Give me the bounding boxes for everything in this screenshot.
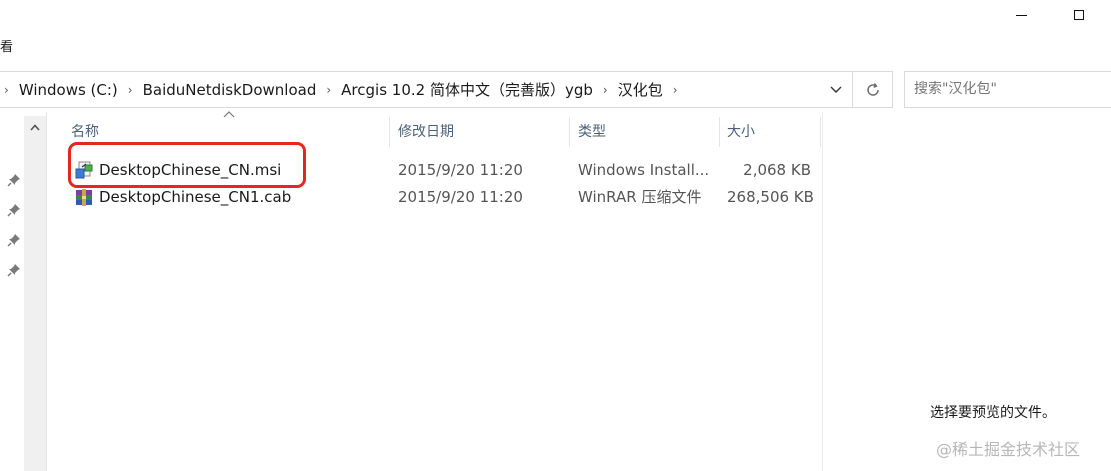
chevron-right-icon[interactable]: › [124,83,137,97]
column-divider[interactable] [820,117,821,147]
file-size: 268,506 KB [727,188,814,206]
nav-scrollbar[interactable] [24,116,46,471]
title-bar [0,0,1111,32]
preview-pane-message: 选择要预览的文件。 [930,405,1056,421]
chevron-right-icon[interactable]: › [322,83,335,97]
chevron-up-icon [30,123,40,131]
highlight-annotation [68,142,306,188]
search-input[interactable] [914,72,1094,107]
breadcrumb-item[interactable]: 汉化包 [612,79,669,100]
pin-icon[interactable] [6,172,22,188]
pin-icon[interactable] [6,202,22,218]
ribbon-tab-view[interactable]: 看 [0,36,13,60]
column-divider[interactable] [719,117,720,147]
search-box[interactable] [904,71,1111,108]
chevron-right-icon[interactable]: › [599,83,612,97]
chevron-right-icon[interactable]: › [669,83,682,97]
file-type: Windows Install... [578,161,710,179]
scroll-up-button[interactable] [24,116,46,138]
chevron-down-icon [830,86,842,93]
refresh-icon [867,82,879,96]
pin-icon[interactable] [6,232,22,248]
column-header-date[interactable]: 修改日期 [398,117,454,147]
column-divider[interactable] [569,117,570,147]
breadcrumb-item[interactable]: BaiduNetdiskDownload [137,81,323,99]
breadcrumb-item[interactable]: Windows (C:) [13,81,124,99]
file-type: WinRAR 压缩文件 [578,188,702,206]
column-header-type[interactable]: 类型 [578,117,606,147]
breadcrumb: › Windows (C:) › BaiduNetdiskDownload › … [0,72,682,107]
file-modified-date: 2015/9/20 11:20 [398,188,523,206]
address-bar[interactable]: › Windows (C:) › BaiduNetdiskDownload › … [0,71,893,108]
column-header-size[interactable]: 大小 [727,117,755,147]
winrar-archive-icon [76,189,92,206]
minimize-button[interactable] [998,0,1044,30]
chevron-right-icon[interactable]: › [0,83,13,97]
maximize-icon [1074,10,1084,20]
column-divider[interactable] [389,117,390,147]
address-history-dropdown[interactable] [822,72,850,107]
refresh-button[interactable] [852,72,893,107]
file-size: 2,068 KB [743,161,811,179]
watermark: @稀土掘金技术社区 [936,440,1081,459]
file-modified-date: 2015/9/20 11:20 [398,161,523,179]
sort-ascending-icon [223,111,235,118]
breadcrumb-item[interactable]: Arcgis 10.2 简体中文（完善版）ygb [335,79,599,100]
minimize-icon [1015,14,1027,16]
pin-icon[interactable] [6,262,22,278]
maximize-button[interactable] [1056,0,1102,30]
preview-pane-divider[interactable] [822,112,823,471]
